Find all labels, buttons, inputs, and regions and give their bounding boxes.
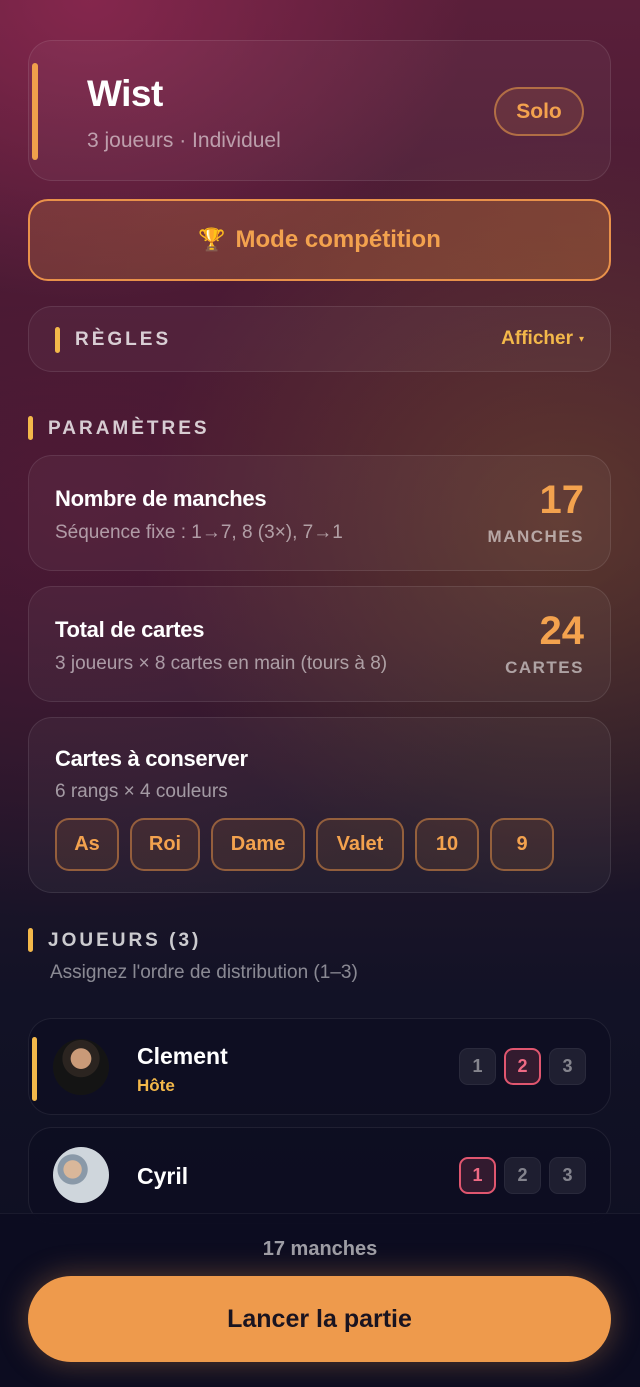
rules-accent-bar — [55, 327, 60, 353]
rank-chip-roi[interactable]: Roi — [130, 818, 200, 871]
rounds-unit: MANCHES — [487, 527, 584, 546]
competition-mode-label: Mode compétition — [235, 226, 441, 253]
players-section-title: JOUEURS (3) — [48, 930, 202, 951]
player-name: Clement — [137, 1043, 228, 1069]
order-option-3[interactable]: 3 — [549, 1157, 586, 1194]
order-option-1[interactable]: 1 — [459, 1157, 496, 1194]
mode-badge[interactable]: Solo — [494, 87, 584, 136]
parameters-accent-bar — [28, 416, 33, 440]
parameters-section-title: PARAMÈTRES — [48, 418, 210, 439]
game-title: Wist — [87, 73, 163, 114]
keep-cards-description: 6 rangs × 4 couleurs — [55, 781, 228, 802]
total-cards-value: 24 — [539, 609, 585, 653]
cards-to-keep-card: Cartes à conserver 6 rangs × 4 couleurs … — [28, 717, 611, 893]
rules-card[interactable]: RÈGLES Afficher ▾ — [28, 306, 611, 372]
rules-title: RÈGLES — [75, 329, 172, 350]
players-accent-bar — [28, 928, 33, 952]
total-cards-title: Total de cartes — [55, 617, 205, 642]
rank-chips: As Roi Dame Valet 10 9 — [55, 818, 554, 871]
rank-chip-9[interactable]: 9 — [490, 818, 554, 871]
rounds-card: Nombre de manches Séquence fixe : 1→7, 8… — [28, 455, 611, 571]
total-cards-card: Total de cartes 3 joueurs × 8 cartes en … — [28, 586, 611, 702]
game-header-card: Wist 3 joueurs · Individuel Solo — [28, 40, 611, 181]
rounds-value: 17 — [539, 478, 585, 522]
avatar — [53, 1039, 109, 1095]
host-accent-bar — [32, 1037, 37, 1101]
total-cards-unit: CARTES — [505, 658, 584, 677]
bottom-action-bar: 17 manches Lancer la partie — [0, 1213, 640, 1387]
keep-cards-title: Cartes à conserver — [55, 746, 248, 771]
header-accent-bar — [32, 63, 38, 160]
rounds-description: Séquence fixe : 1→7, 8 (3×), 7→1 — [55, 522, 343, 543]
player-name: Cyril — [137, 1163, 189, 1189]
distribution-order-selector: 1 2 3 — [459, 1048, 586, 1085]
rank-chip-dame[interactable]: Dame — [211, 818, 305, 871]
rank-chip-10[interactable]: 10 — [415, 818, 479, 871]
competition-mode-button[interactable]: 🏆 Mode compétition — [28, 199, 611, 281]
order-option-1[interactable]: 1 — [459, 1048, 496, 1085]
launch-game-button[interactable]: Lancer la partie — [28, 1276, 611, 1362]
rank-chip-as[interactable]: As — [55, 818, 119, 871]
caret-down-icon: ▾ — [578, 333, 584, 345]
rank-chip-valet[interactable]: Valet — [316, 818, 404, 871]
rounds-title: Nombre de manches — [55, 486, 267, 511]
player-role-host: Hôte — [137, 1076, 175, 1095]
total-cards-description: 3 joueurs × 8 cartes en main (tours à 8) — [55, 653, 388, 674]
rules-show-toggle[interactable]: Afficher ▾ — [501, 328, 584, 350]
rules-toggle-label: Afficher — [501, 328, 573, 349]
player-row[interactable]: Cyril 1 2 3 — [28, 1127, 611, 1224]
rounds-summary: 17 manches — [262, 1238, 378, 1260]
distribution-order-selector: 1 2 3 — [459, 1157, 586, 1194]
avatar — [53, 1147, 109, 1203]
order-option-2[interactable]: 2 — [504, 1048, 541, 1085]
trophy-icon: 🏆 — [198, 227, 226, 252]
order-option-3[interactable]: 3 — [549, 1048, 586, 1085]
players-hint: Assignez l'ordre de distribution (1–3) — [50, 962, 358, 983]
game-subtitle: 3 joueurs · Individuel — [87, 129, 281, 152]
player-row[interactable]: Clement Hôte 1 2 3 — [28, 1018, 611, 1115]
order-option-2[interactable]: 2 — [504, 1157, 541, 1194]
